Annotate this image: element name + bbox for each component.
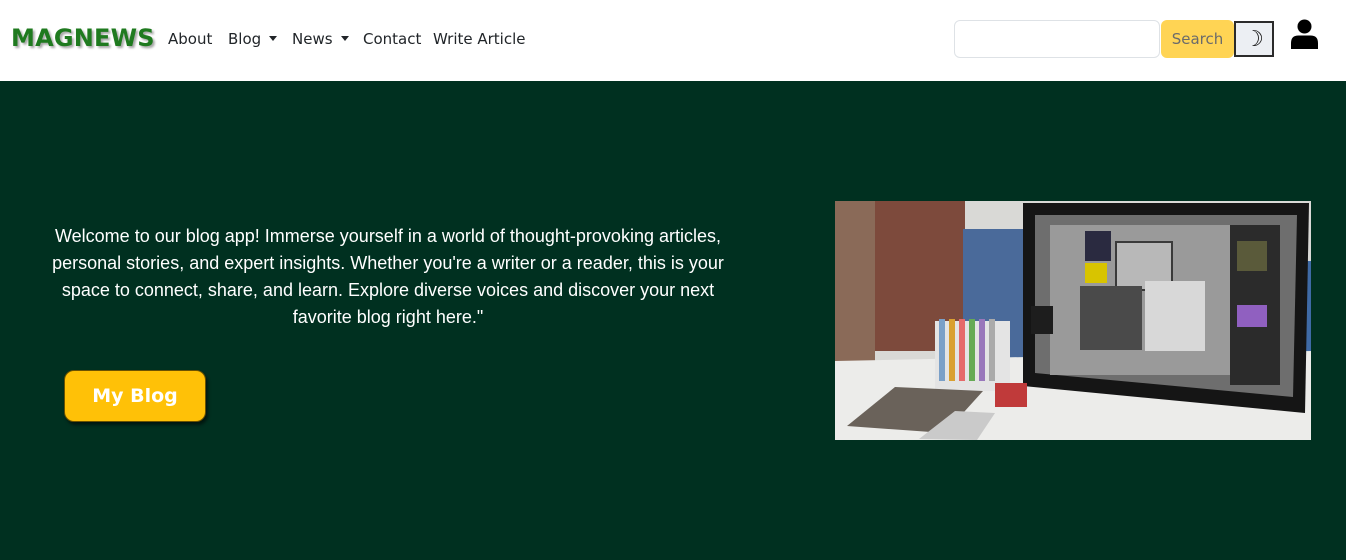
user-icon[interactable] bbox=[1291, 19, 1318, 49]
search-button[interactable]: Search bbox=[1161, 20, 1234, 58]
nav-link-about[interactable]: About bbox=[168, 30, 212, 48]
caret-down-icon bbox=[269, 36, 278, 41]
nav-dropdown-news[interactable]: News bbox=[292, 30, 349, 48]
nav-link-news-label: News bbox=[292, 30, 333, 48]
nav-link-write-article[interactable]: Write Article bbox=[433, 30, 526, 48]
brand-logo[interactable]: MAGNEWS bbox=[11, 24, 155, 52]
hero-intro-text: Welcome to our blog app! Immerse yoursel… bbox=[52, 226, 724, 327]
hero-section: Welcome to our blog app! Immerse yoursel… bbox=[0, 81, 1346, 560]
search-input[interactable] bbox=[954, 20, 1160, 58]
nav-link-contact[interactable]: Contact bbox=[363, 30, 421, 48]
caret-down-icon bbox=[340, 36, 349, 41]
workspace-image bbox=[835, 201, 1311, 440]
nav-link-blog-label: Blog bbox=[228, 30, 262, 48]
theme-toggle-button[interactable]: ☽ bbox=[1234, 21, 1274, 57]
my-blog-button[interactable]: My Blog bbox=[64, 370, 206, 422]
nav-dropdown-blog[interactable]: Blog bbox=[228, 30, 278, 48]
moon-icon: ☽ bbox=[1244, 26, 1264, 51]
navbar: MAGNEWS About Blog News Contact Write Ar… bbox=[0, 0, 1346, 81]
workspace-photo bbox=[835, 201, 1311, 440]
